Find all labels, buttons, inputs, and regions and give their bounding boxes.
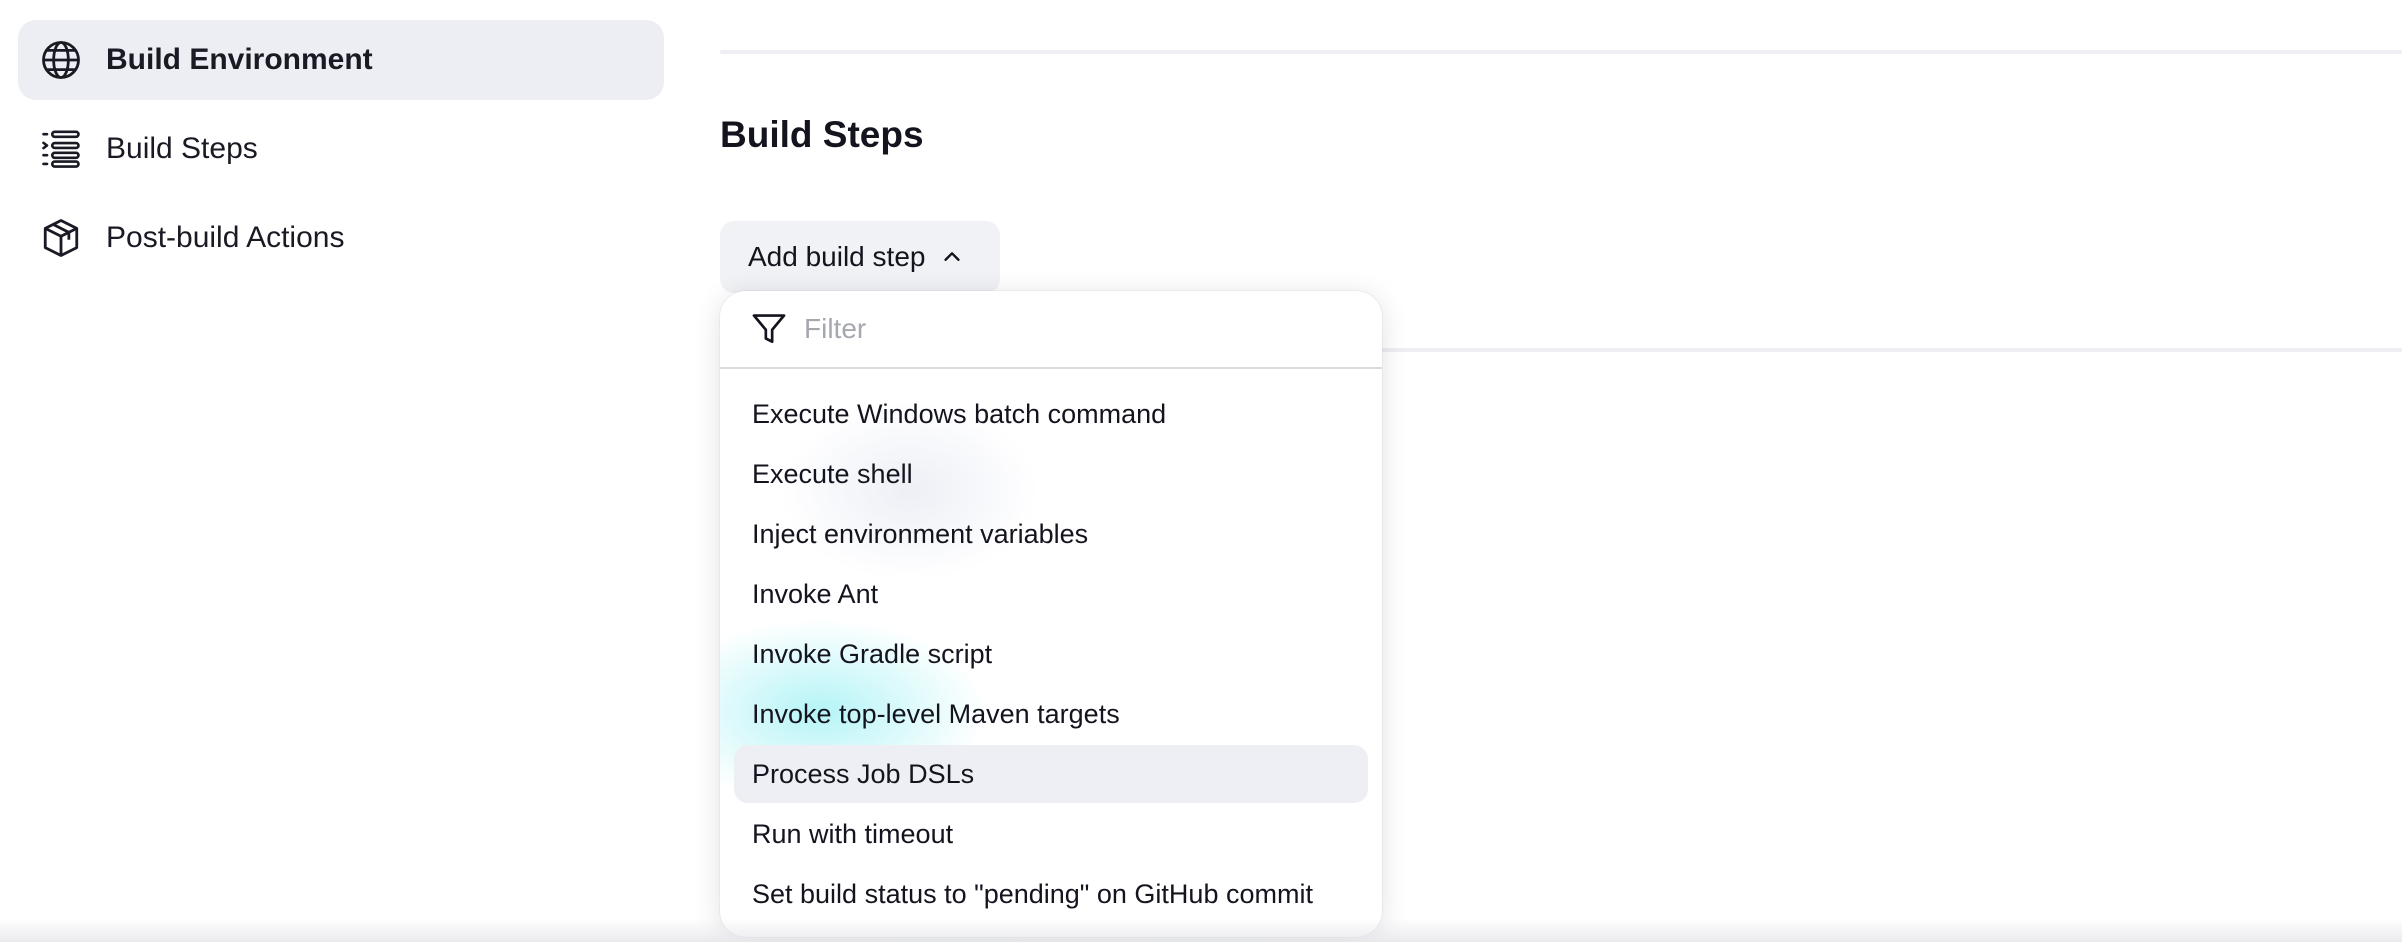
menu-item-invoke-ant[interactable]: Invoke Ant bbox=[734, 565, 1368, 623]
menu-item-run-with-timeout[interactable]: Run with timeout bbox=[734, 805, 1368, 863]
sidebar-item-label: Build Steps bbox=[106, 132, 258, 165]
filter-input[interactable] bbox=[804, 313, 1324, 345]
filter-row bbox=[720, 291, 1382, 369]
bottom-bar-shadow bbox=[0, 918, 2402, 942]
section-title: Build Steps bbox=[720, 114, 924, 155]
menu-item-process-job-dsls[interactable]: Process Job DSLs bbox=[734, 745, 1368, 803]
sidebar-item-build-steps[interactable]: Build Steps bbox=[18, 109, 664, 189]
sidebar-item-label: Build Environment bbox=[106, 43, 373, 76]
globe-icon bbox=[40, 39, 82, 81]
add-build-step-button[interactable]: Add build step bbox=[720, 221, 1000, 293]
section-divider bbox=[720, 50, 2402, 54]
menu-item-execute-windows-batch[interactable]: Execute Windows batch command bbox=[734, 385, 1368, 443]
sidebar-item-label: Post-build Actions bbox=[106, 221, 345, 254]
chevron-up-icon bbox=[944, 252, 961, 261]
menu-item-invoke-gradle[interactable]: Invoke Gradle script bbox=[734, 625, 1368, 683]
package-icon bbox=[40, 217, 82, 259]
section-divider bbox=[1380, 348, 2402, 352]
sidebar: Build Environment Build Steps Post-build… bbox=[18, 20, 664, 287]
sidebar-item-post-build-actions[interactable]: Post-build Actions bbox=[18, 198, 664, 278]
menu-items: Execute Windows batch command Execute sh… bbox=[720, 369, 1382, 923]
page: Build Environment Build Steps Post-build… bbox=[0, 0, 2402, 942]
add-build-step-dropdown: Execute Windows batch command Execute sh… bbox=[720, 291, 1382, 937]
menu-item-invoke-maven[interactable]: Invoke top-level Maven targets bbox=[734, 685, 1368, 743]
add-build-step-label: Add build step bbox=[748, 241, 926, 272]
filter-icon bbox=[752, 314, 786, 344]
menu-item-inject-env-vars[interactable]: Inject environment variables bbox=[734, 505, 1368, 563]
menu-item-set-build-status-pending[interactable]: Set build status to "pending" on GitHub … bbox=[734, 865, 1368, 923]
menu-item-execute-shell[interactable]: Execute shell bbox=[734, 445, 1368, 503]
list-steps-icon bbox=[40, 128, 82, 170]
sidebar-item-build-environment[interactable]: Build Environment bbox=[18, 20, 664, 100]
